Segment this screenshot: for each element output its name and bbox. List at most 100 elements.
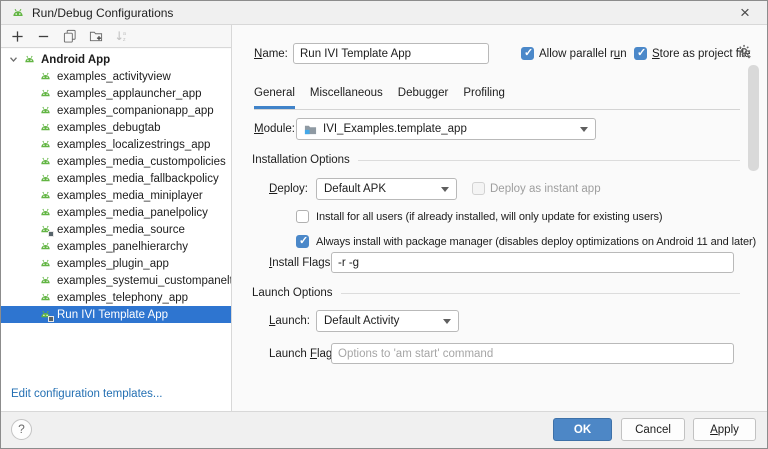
add-configuration-icon[interactable] bbox=[10, 29, 25, 44]
tree-item-label: examples_activityview bbox=[57, 71, 171, 83]
android-icon bbox=[39, 138, 52, 151]
tree-item-label: examples_debugtab bbox=[57, 122, 161, 134]
tree-item[interactable]: examples_media_miniplayer bbox=[1, 187, 231, 204]
new-folder-icon[interactable] bbox=[88, 29, 103, 44]
tree-item[interactable]: examples_localizestrings_app bbox=[1, 136, 231, 153]
tree-item[interactable]: Run IVI Template App bbox=[1, 306, 231, 323]
sort-configurations-icon: az bbox=[114, 29, 129, 44]
close-icon[interactable]: × bbox=[733, 2, 757, 23]
tree-item-label: examples_companionapp_app bbox=[57, 105, 214, 117]
android-icon bbox=[39, 308, 52, 321]
tree-item-label: examples_media_fallbackpolicy bbox=[57, 173, 219, 185]
svg-text:z: z bbox=[122, 37, 125, 43]
copy-configuration-icon[interactable] bbox=[62, 29, 77, 44]
tree-item[interactable]: examples_media_custompolicies bbox=[1, 153, 231, 170]
android-icon bbox=[39, 291, 52, 304]
store-as-project-file-checkbox[interactable] bbox=[634, 47, 647, 60]
remove-configuration-icon[interactable] bbox=[36, 29, 51, 44]
deploy-instant-app-checkbox bbox=[472, 182, 485, 195]
dialog-title: Run/Debug Configurations bbox=[32, 6, 173, 20]
tab-profiling[interactable]: Profiling bbox=[463, 87, 505, 109]
android-icon bbox=[39, 121, 52, 134]
tree-item[interactable]: examples_panelhierarchy bbox=[1, 238, 231, 255]
dropdown-arrow-icon bbox=[441, 187, 449, 192]
tab-general[interactable]: General bbox=[254, 87, 295, 109]
tree-item[interactable]: examples_media_source bbox=[1, 221, 231, 238]
module-label: Module: bbox=[254, 118, 295, 140]
ok-button[interactable]: OK bbox=[553, 418, 612, 441]
tree-item-label: examples_telephony_app bbox=[57, 292, 188, 304]
android-icon bbox=[39, 155, 52, 168]
chevron-down-icon[interactable] bbox=[8, 54, 21, 65]
tree-item[interactable]: examples_debugtab bbox=[1, 119, 231, 136]
tree-item-label: examples_media_custompolicies bbox=[57, 156, 226, 168]
always-install-pm-checkbox[interactable] bbox=[296, 235, 309, 248]
dialog-footer: ? OK Cancel Apply bbox=[1, 411, 767, 448]
allow-parallel-run-checkbox[interactable] bbox=[521, 47, 534, 60]
install-all-users-label: Install for all users (if already instal… bbox=[316, 209, 663, 225]
edit-configuration-templates-link[interactable]: Edit configuration templates... bbox=[11, 388, 163, 400]
tree-item-label: examples_plugin_app bbox=[57, 258, 169, 270]
launch-dropdown[interactable]: Default Activity bbox=[316, 310, 459, 332]
android-icon bbox=[39, 274, 52, 287]
tree-item-label: Android App bbox=[41, 54, 110, 66]
module-icon bbox=[304, 123, 317, 136]
launch-value: Default Activity bbox=[324, 315, 399, 327]
tree-item-label: examples_media_source bbox=[57, 224, 185, 236]
install-all-users-checkbox[interactable] bbox=[296, 210, 309, 223]
android-icon bbox=[39, 87, 52, 100]
help-button[interactable]: ? bbox=[11, 419, 32, 440]
store-as-project-file-label: Store as project file bbox=[652, 46, 750, 62]
cancel-button[interactable]: Cancel bbox=[621, 418, 685, 441]
android-app-icon bbox=[11, 6, 25, 20]
tree-item[interactable]: examples_systemui_custompaneltype bbox=[1, 272, 231, 289]
tree-item[interactable]: examples_applauncher_app bbox=[1, 85, 231, 102]
vertical-scrollbar[interactable] bbox=[748, 65, 759, 171]
name-input[interactable] bbox=[293, 43, 489, 64]
store-options-gear-icon[interactable] bbox=[737, 44, 752, 62]
android-icon bbox=[39, 189, 52, 202]
dropdown-arrow-icon bbox=[580, 127, 588, 132]
tab-miscellaneous[interactable]: Miscellaneous bbox=[310, 87, 383, 109]
tree-toolbar: az bbox=[1, 25, 231, 48]
config-tree: Android App examples_activityview examples… bbox=[1, 49, 231, 323]
launch-label: Launch: bbox=[269, 310, 310, 332]
name-label: Name: bbox=[254, 43, 288, 65]
install-flags-input[interactable] bbox=[331, 252, 734, 273]
tree-item[interactable]: examples_telephony_app bbox=[1, 289, 231, 306]
android-icon bbox=[39, 206, 52, 219]
configurations-panel: Android App examples_activityview examples… bbox=[1, 49, 231, 411]
tree-item-label: examples_localizestrings_app bbox=[57, 139, 210, 151]
tree-item[interactable]: examples_companionapp_app bbox=[1, 102, 231, 119]
tree-item[interactable]: examples_media_panelpolicy bbox=[1, 204, 231, 221]
deploy-value: Default APK bbox=[324, 183, 386, 195]
tree-item-label: examples_systemui_custompaneltype bbox=[57, 275, 231, 287]
tree-item[interactable]: Android App bbox=[1, 51, 231, 68]
title-bar: Run/Debug Configurations × bbox=[1, 1, 767, 25]
section-divider bbox=[341, 293, 740, 294]
android-icon bbox=[39, 257, 52, 270]
deploy-dropdown[interactable]: Default APK bbox=[316, 178, 457, 200]
tree-item-label: examples_media_miniplayer bbox=[57, 190, 203, 202]
allow-parallel-run-label: Allow parallel run bbox=[539, 46, 627, 62]
launch-options-header: Launch Options bbox=[252, 286, 740, 300]
android-icon bbox=[39, 70, 52, 83]
section-divider bbox=[358, 160, 740, 161]
android-icon bbox=[39, 240, 52, 253]
apply-button[interactable]: Apply bbox=[693, 418, 756, 441]
launch-options-title: Launch Options bbox=[252, 287, 333, 299]
installation-options-header: Installation Options bbox=[252, 153, 740, 167]
install-flags-label: Install Flags: bbox=[269, 252, 334, 274]
tree-item-label: examples_panelhierarchy bbox=[57, 241, 188, 253]
module-dropdown[interactable]: IVI_Examples.template_app bbox=[296, 118, 596, 140]
launch-flags-input[interactable] bbox=[331, 343, 734, 364]
tree-item[interactable]: examples_plugin_app bbox=[1, 255, 231, 272]
tree-item-label: examples_applauncher_app bbox=[57, 88, 202, 100]
dropdown-arrow-icon bbox=[443, 319, 451, 324]
tree-item[interactable]: examples_activityview bbox=[1, 68, 231, 85]
settings-tabs: General Miscellaneous Debugger Profiling bbox=[254, 87, 740, 110]
tree-item[interactable]: examples_media_fallbackpolicy bbox=[1, 170, 231, 187]
tree-item-label: examples_media_panelpolicy bbox=[57, 207, 208, 219]
tab-debugger[interactable]: Debugger bbox=[398, 87, 449, 109]
always-install-pm-label: Always install with package manager (dis… bbox=[316, 234, 756, 250]
